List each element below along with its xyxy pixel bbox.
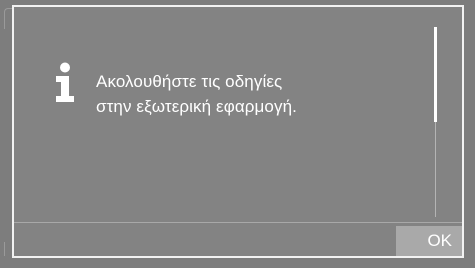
info-icon xyxy=(56,62,74,102)
dialog-message-line-2: στην εξωτερική εφαρμογή. xyxy=(96,97,297,116)
dialog-message: Ακολουθήστε τις οδηγίες στην εξωτερική ε… xyxy=(96,69,297,119)
button-divider xyxy=(14,222,462,223)
ok-button[interactable]: OK xyxy=(396,226,462,256)
appliance-screen: Ακολουθήστε τις οδηγίες στην εξωτερική ε… xyxy=(0,0,475,268)
dialog-message-line-1: Ακολουθήστε τις οδηγίες xyxy=(96,72,283,91)
scrollbar-thumb[interactable] xyxy=(434,27,437,122)
info-dialog: Ακολουθήστε τις οδηγίες στην εξωτερική ε… xyxy=(12,5,464,258)
